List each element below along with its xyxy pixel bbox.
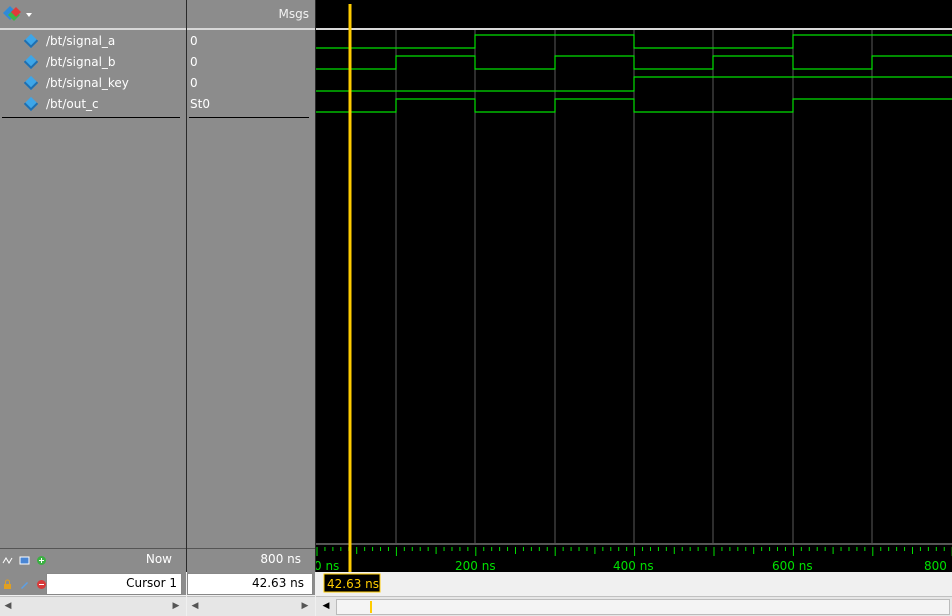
tick-label-400: 400 ns <box>613 559 654 573</box>
waveform-canvas[interactable]: 0 ns 200 ns 400 ns 600 ns 800 42.63 ns <box>316 0 952 596</box>
signal-names-pane: /bt/signal_a /bt/signal_b /bt/signal_key… <box>0 0 187 572</box>
signal-value: 0 <box>190 55 198 69</box>
values-header: Msgs <box>187 0 315 30</box>
signal-name: /bt/out_c <box>46 97 99 111</box>
window-icon[interactable] <box>19 555 30 566</box>
tick-label-800: 800 <box>924 559 947 573</box>
signal-row-signal-b[interactable]: /bt/signal_b <box>0 53 186 71</box>
wave-edit-icon[interactable] <box>2 555 13 566</box>
scroll-left-icon[interactable]: ◀ <box>2 600 14 612</box>
now-value: 800 ns <box>260 552 301 566</box>
cursor-controls-names: Now Cursor 1 <box>0 548 186 595</box>
lock-icon[interactable] <box>2 579 13 590</box>
names-header <box>0 0 186 30</box>
blue-diamond-icon <box>23 54 39 70</box>
cursor-1-value-box[interactable]: 42.63 ns <box>187 573 313 595</box>
cursor-toolbar <box>2 577 49 591</box>
cursor-controls-values: 800 ns 42.63 ns <box>187 548 315 595</box>
waveform-signal-b <box>316 55 952 70</box>
blue-diamond-icon <box>23 96 39 112</box>
waveform-out-c <box>316 98 952 113</box>
blue-diamond-icon <box>23 75 39 91</box>
wave-scrollbar[interactable]: ◀ <box>316 596 952 616</box>
values-scrollbar[interactable]: ◀ ▶ <box>187 596 315 616</box>
signal-row-signal-key[interactable]: /bt/signal_key <box>0 74 186 92</box>
scroll-left-icon[interactable]: ◀ <box>189 600 201 612</box>
waveform-signal-a <box>316 34 952 49</box>
edit-cursor-icon[interactable] <box>19 579 30 590</box>
wave-scroll-thumb[interactable] <box>336 599 950 615</box>
now-toolbar <box>2 553 49 567</box>
cursor-1-name-box[interactable]: Cursor 1 <box>46 573 182 595</box>
signal-name: /bt/signal_b <box>46 55 116 69</box>
tick-label-0: 0 ns <box>316 559 339 573</box>
signal-value: 0 <box>190 76 198 90</box>
tick-label-200: 200 ns <box>455 559 496 573</box>
remove-cursor-icon[interactable] <box>36 579 47 590</box>
wave-menu-icon[interactable] <box>2 4 36 24</box>
blue-diamond-icon <box>23 33 39 49</box>
waveform-signal-key <box>316 76 952 92</box>
scroll-left-icon[interactable]: ◀ <box>320 600 332 612</box>
msgs-label: Msgs <box>278 7 309 21</box>
selection-divider <box>2 117 180 118</box>
now-label: Now <box>145 552 172 566</box>
signal-name: /bt/signal_a <box>46 34 116 48</box>
names-scrollbar[interactable]: ◀ ▶ <box>0 596 186 616</box>
scroll-right-icon[interactable]: ▶ <box>170 600 182 612</box>
signal-row-out-c[interactable]: /bt/out_c <box>0 95 186 113</box>
signal-value: St0 <box>190 97 210 111</box>
selection-divider <box>189 117 309 118</box>
waveform-pane[interactable]: 0 ns 200 ns 400 ns 600 ns 800 42.63 ns <box>316 0 952 593</box>
cursor-1-value: 42.63 ns <box>251 576 304 590</box>
tick-label-600: 600 ns <box>772 559 813 573</box>
add-cursor-icon[interactable] <box>36 555 47 566</box>
cursor-1-name: Cursor 1 <box>126 576 177 590</box>
cursor-flag-label: 42.63 ns <box>327 577 379 591</box>
signal-row-signal-a[interactable]: /bt/signal_a <box>0 32 186 50</box>
signal-name: /bt/signal_key <box>46 76 129 90</box>
signal-values-pane: Msgs 0 0 0 St0 <box>187 0 316 572</box>
signal-value: 0 <box>190 34 198 48</box>
cursor-scroll-marker <box>370 601 372 613</box>
scroll-right-icon[interactable]: ▶ <box>299 600 311 612</box>
